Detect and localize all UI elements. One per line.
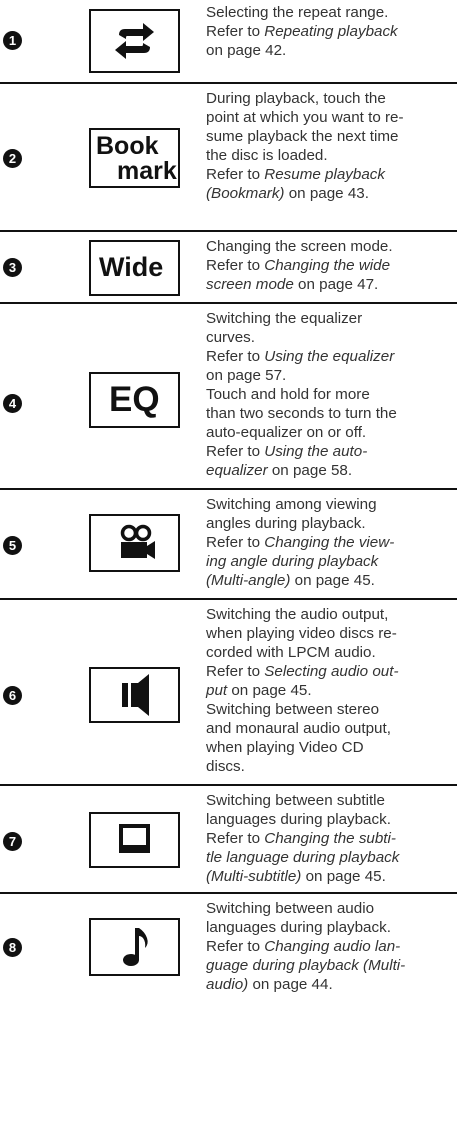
row-number: 1 (3, 31, 22, 50)
desc-line: corded with LPCM audio. (206, 644, 376, 661)
repeat-icon (115, 23, 154, 59)
desc-line: audio) on page 44. (206, 976, 333, 993)
desc-line: Switching among viewing (206, 496, 377, 513)
desc-line: Refer to Resume playback (206, 166, 385, 183)
desc-line: Refer to Changing audio lan- (206, 938, 401, 955)
desc-line: when playing video discs re- (206, 625, 397, 642)
table-row: 5 Switching among viewing angles during … (0, 488, 457, 598)
row-description: Changing the screen mode. Refer to Chang… (206, 237, 454, 294)
table-row: 1 Selecting the repeat range. Refer to R… (0, 0, 457, 82)
desc-line: angles during playback. (206, 515, 366, 532)
desc-line: tle language during playback (206, 849, 400, 866)
eq-label: EQ (109, 380, 160, 419)
desc-line: Switching the audio output, (206, 606, 389, 623)
desc-line: (Bookmark) on page 43. (206, 185, 369, 202)
desc-line: when playing Video CD (206, 739, 364, 756)
desc-line: point at which you want to re- (206, 109, 404, 126)
table-row: 8 Switching between audio languages duri… (0, 892, 457, 996)
table-row: 2 Book mark During playback, touch the p… (0, 82, 457, 230)
desc-line: Refer to Selecting audio out- (206, 663, 399, 680)
camera-angle-icon (120, 524, 155, 559)
desc-line: Switching between subtitle (206, 792, 385, 809)
desc-line: Refer to Changing the view- (206, 534, 395, 551)
row-number: 6 (3, 686, 22, 705)
desc-line: (Multi-subtitle) on page 45. (206, 868, 386, 885)
music-note-icon (123, 928, 148, 966)
row-number: 2 (3, 149, 22, 168)
desc-line: Refer to Using the auto- (206, 443, 368, 460)
desc-line: curves. (206, 329, 255, 346)
desc-line: Refer to Changing the wide (206, 257, 391, 274)
desc-line: Selecting the repeat range. (206, 4, 389, 21)
angle-button[interactable] (89, 514, 180, 572)
desc-line: and monaural audio output, (206, 720, 391, 737)
desc-line: Switching between stereo (206, 701, 380, 718)
table-row: 6 Switching the audio output, when playi… (0, 598, 457, 784)
desc-line: Switching between audio (206, 900, 375, 917)
speaker-icon (122, 674, 149, 716)
desc-line: Refer to Changing the subti- (206, 830, 396, 847)
row-description: Switching among viewing angles during pl… (206, 495, 454, 590)
bookmark-button[interactable]: Book mark (89, 128, 180, 188)
desc-line: ing angle during playback (206, 553, 379, 570)
audio-output-button[interactable] (89, 667, 180, 723)
row-number: 4 (3, 394, 22, 413)
bookmark-label-line2: mark (117, 157, 177, 185)
desc-line: During playback, touch the (206, 90, 386, 107)
desc-line: (Multi-angle) on page 45. (206, 572, 375, 589)
desc-line: than two seconds to turn the (206, 405, 397, 422)
repeat-button[interactable] (89, 9, 180, 73)
desc-line: auto-equalizer on or off. (206, 424, 367, 441)
row-description: Switching between subtitle languages dur… (206, 791, 454, 886)
subtitle-button[interactable] (89, 812, 180, 868)
desc-line: Touch and hold for more (206, 386, 370, 403)
row-number: 3 (3, 258, 22, 277)
desc-line: languages during playback. (206, 811, 391, 828)
desc-line: the disc is loaded. (206, 147, 328, 164)
wide-label: Wide (99, 252, 164, 282)
desc-line: discs. (206, 758, 245, 775)
desc-line: Refer to Repeating playback (206, 23, 398, 40)
desc-line: languages during playback. (206, 919, 391, 936)
desc-line: on page 57. (206, 367, 287, 384)
eq-button[interactable]: EQ (89, 372, 180, 428)
desc-line: put on page 45. (206, 682, 312, 699)
row-description: Switching the audio output, when playing… (206, 605, 454, 776)
row-number: 7 (3, 832, 22, 851)
row-description: Switching between audio languages during… (206, 899, 454, 994)
desc-line: equalizer on page 58. (206, 462, 353, 479)
table-row: 4 EQ Switching the equalizer curves. Ref… (0, 302, 457, 488)
table-row: 7 Switching between subtitle languages d… (0, 784, 457, 892)
desc-line: screen mode on page 47. (206, 276, 379, 293)
desc-line: on page 42. (206, 42, 287, 59)
desc-line: guage during playback (Multi- (206, 957, 406, 974)
subtitle-icon (119, 824, 150, 853)
row-description: Switching the equalizer curves. Refer to… (206, 309, 454, 480)
table-row: 3 Wide Changing the screen mode. Refer t… (0, 230, 457, 302)
row-description: Selecting the repeat range. Refer to Rep… (206, 3, 454, 60)
row-description: During playback, touch the point at whic… (206, 89, 454, 203)
wide-button[interactable]: Wide (89, 240, 180, 296)
desc-line: Switching the equalizer (206, 310, 363, 327)
desc-line: Refer to Using the equalizer (206, 348, 395, 365)
row-number: 8 (3, 938, 22, 957)
desc-line: Changing the screen mode. (206, 238, 393, 255)
desc-line: sume playback the next time (206, 128, 399, 145)
audio-language-button[interactable] (89, 918, 180, 976)
row-number: 5 (3, 536, 22, 555)
